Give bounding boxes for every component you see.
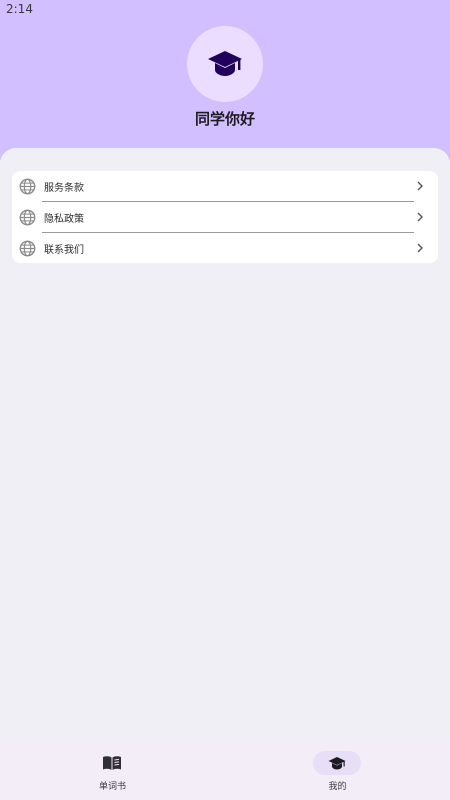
settings-menu: 服务条款 隐私政策 联系我们 — [12, 171, 438, 263]
chevron-right-icon — [417, 212, 423, 222]
bottom-nav: 单词书 我的 — [0, 742, 450, 800]
menu-item-terms[interactable]: 服务条款 — [12, 171, 438, 201]
chevron-right-icon — [417, 243, 423, 253]
globe-icon — [19, 178, 36, 195]
graduation-cap-icon — [208, 51, 242, 76]
nav-item-wordbook[interactable]: 单词书 — [0, 742, 225, 800]
greeting-title: 同学你好 — [194, 110, 255, 128]
nav-label: 我的 — [328, 782, 347, 792]
profile-header: 2:14 同学你好 — [0, 0, 450, 160]
globe-icon — [19, 209, 36, 226]
status-time: 2:14 — [6, 2, 33, 16]
menu-item-label: 隐私政策 — [44, 214, 84, 225]
graduation-cap-icon — [328, 756, 346, 769]
globe-icon — [19, 240, 36, 257]
chevron-right-icon — [417, 181, 423, 191]
main-content: 服务条款 隐私政策 联系我们 — [0, 148, 450, 742]
book-icon — [103, 756, 121, 770]
avatar — [187, 26, 263, 102]
nav-label: 单词书 — [98, 782, 126, 792]
nav-icon-container — [313, 751, 361, 775]
nav-item-profile[interactable]: 我的 — [225, 742, 450, 800]
menu-item-contact[interactable]: 联系我们 — [12, 233, 438, 263]
menu-item-label: 服务条款 — [44, 183, 84, 194]
menu-item-label: 联系我们 — [44, 245, 84, 256]
nav-icon-container — [88, 751, 136, 775]
menu-item-privacy[interactable]: 隐私政策 — [12, 202, 438, 232]
